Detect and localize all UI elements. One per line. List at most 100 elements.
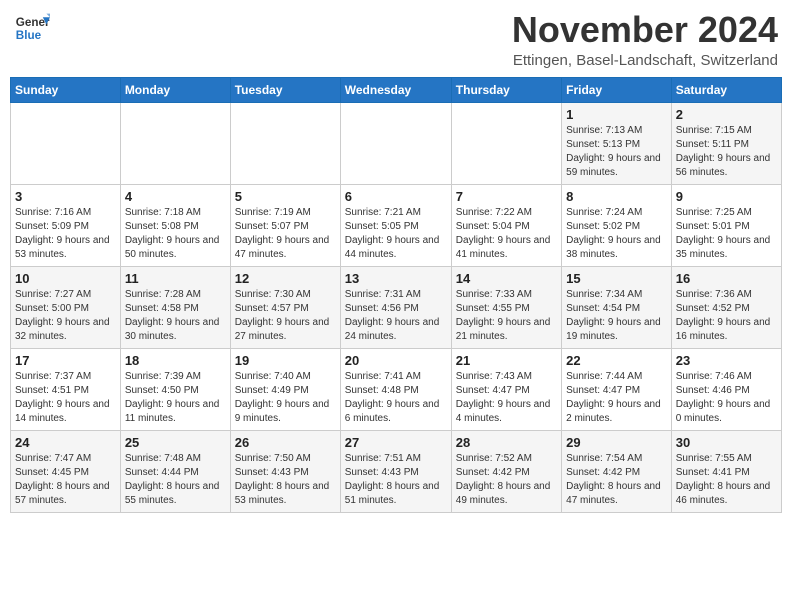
day-info: Sunrise: 7:13 AM Sunset: 5:13 PM Dayligh… <box>566 124 667 180</box>
day-number: 24 <box>15 435 116 450</box>
weekday-header-thursday: Thursday <box>451 77 561 102</box>
day-info: Sunrise: 7:21 AM Sunset: 5:05 PM Dayligh… <box>345 206 447 262</box>
calendar-cell: 3 Sunrise: 7:16 AM Sunset: 5:09 PM Daylig… <box>11 184 121 266</box>
day-number: 3 <box>15 189 116 204</box>
day-number: 28 <box>456 435 557 450</box>
calendar-cell <box>451 102 561 184</box>
week-row-4: 17 Sunrise: 7:37 AM Sunset: 4:51 PM Dayli… <box>11 348 782 430</box>
calendar-cell: 9 Sunrise: 7:25 AM Sunset: 5:01 PM Daylig… <box>671 184 781 266</box>
calendar-cell: 16Sunrise: 7:36 AM Sunset: 4:52 PM Dayli… <box>671 266 781 348</box>
calendar-cell: 8 Sunrise: 7:24 AM Sunset: 5:02 PM Daylig… <box>562 184 672 266</box>
day-number: 19 <box>235 353 336 368</box>
weekday-header-row: SundayMondayTuesdayWednesdayThursdayFrid… <box>11 77 782 102</box>
day-number: 22 <box>566 353 667 368</box>
day-number: 10 <box>15 271 116 286</box>
calendar-cell: 12Sunrise: 7:30 AM Sunset: 4:57 PM Dayli… <box>230 266 340 348</box>
calendar-cell: 15Sunrise: 7:34 AM Sunset: 4:54 PM Dayli… <box>562 266 672 348</box>
page-header: General Blue November 2024 Ettingen, Bas… <box>10 10 782 69</box>
day-info: Sunrise: 7:55 AM Sunset: 4:41 PM Dayligh… <box>676 452 777 508</box>
day-info: Sunrise: 7:22 AM Sunset: 5:04 PM Dayligh… <box>456 206 557 262</box>
day-info: Sunrise: 7:28 AM Sunset: 4:58 PM Dayligh… <box>125 288 226 344</box>
day-number: 5 <box>235 189 336 204</box>
month-title: November 2024 <box>512 10 778 50</box>
calendar-cell: 13 Sunrise: 7:31 AM Sunset: 4:56 PM Dayli… <box>340 266 451 348</box>
calendar-table: SundayMondayTuesdayWednesdayThursdayFrid… <box>10 77 782 513</box>
day-info: Sunrise: 7:47 AM Sunset: 4:45 PM Dayligh… <box>15 452 116 508</box>
day-info: Sunrise: 7:27 AM Sunset: 5:00 PM Dayligh… <box>15 288 116 344</box>
day-info: Sunrise: 7:52 AM Sunset: 4:42 PM Dayligh… <box>456 452 557 508</box>
day-number: 14 <box>456 271 557 286</box>
weekday-header-wednesday: Wednesday <box>340 77 451 102</box>
calendar-cell <box>230 102 340 184</box>
week-row-3: 10 Sunrise: 7:27 AM Sunset: 5:00 PM Dayli… <box>11 266 782 348</box>
calendar-cell: 11 Sunrise: 7:28 AM Sunset: 4:58 PM Dayli… <box>120 266 230 348</box>
day-info: Sunrise: 7:34 AM Sunset: 4:54 PM Dayligh… <box>566 288 667 344</box>
day-number: 6 <box>345 189 447 204</box>
title-area: November 2024 Ettingen, Basel-Landschaft… <box>512 10 778 69</box>
week-row-1: 1 Sunrise: 7:13 AM Sunset: 5:13 PM Daylig… <box>11 102 782 184</box>
calendar-cell: 7 Sunrise: 7:22 AM Sunset: 5:04 PM Daylig… <box>451 184 561 266</box>
day-number: 1 <box>566 107 667 122</box>
day-number: 9 <box>676 189 777 204</box>
day-number: 21 <box>456 353 557 368</box>
day-number: 7 <box>456 189 557 204</box>
day-info: Sunrise: 7:15 AM Sunset: 5:11 PM Dayligh… <box>676 124 777 180</box>
day-info: Sunrise: 7:51 AM Sunset: 4:43 PM Dayligh… <box>345 452 447 508</box>
day-number: 12 <box>235 271 336 286</box>
weekday-header-monday: Monday <box>120 77 230 102</box>
day-info: Sunrise: 7:40 AM Sunset: 4:49 PM Dayligh… <box>235 370 336 426</box>
calendar-cell <box>120 102 230 184</box>
svg-text:Blue: Blue <box>16 29 42 42</box>
calendar-cell: 28 Sunrise: 7:52 AM Sunset: 4:42 PM Dayli… <box>451 430 561 512</box>
calendar-cell: 24 Sunrise: 7:47 AM Sunset: 4:45 PM Dayli… <box>11 430 121 512</box>
day-number: 11 <box>125 271 226 286</box>
calendar-cell: 10 Sunrise: 7:27 AM Sunset: 5:00 PM Dayli… <box>11 266 121 348</box>
day-number: 8 <box>566 189 667 204</box>
day-info: Sunrise: 7:19 AM Sunset: 5:07 PM Dayligh… <box>235 206 336 262</box>
weekday-header-tuesday: Tuesday <box>230 77 340 102</box>
weekday-header-sunday: Sunday <box>11 77 121 102</box>
calendar-cell: 2 Sunrise: 7:15 AM Sunset: 5:11 PM Daylig… <box>671 102 781 184</box>
day-number: 29 <box>566 435 667 450</box>
logo: General Blue <box>14 10 50 46</box>
day-number: 20 <box>345 353 447 368</box>
day-number: 13 <box>345 271 447 286</box>
calendar-cell <box>340 102 451 184</box>
location-subtitle: Ettingen, Basel-Landschaft, Switzerland <box>512 52 778 69</box>
day-info: Sunrise: 7:24 AM Sunset: 5:02 PM Dayligh… <box>566 206 667 262</box>
week-row-2: 3 Sunrise: 7:16 AM Sunset: 5:09 PM Daylig… <box>11 184 782 266</box>
day-number: 18 <box>125 353 226 368</box>
day-number: 23 <box>676 353 777 368</box>
calendar-cell: 22 Sunrise: 7:44 AM Sunset: 4:47 PM Dayli… <box>562 348 672 430</box>
day-number: 27 <box>345 435 447 450</box>
day-number: 25 <box>125 435 226 450</box>
calendar-cell: 20 Sunrise: 7:41 AM Sunset: 4:48 PM Dayli… <box>340 348 451 430</box>
day-info: Sunrise: 7:16 AM Sunset: 5:09 PM Dayligh… <box>15 206 116 262</box>
day-info: Sunrise: 7:31 AM Sunset: 4:56 PM Dayligh… <box>345 288 447 344</box>
calendar-cell: 23Sunrise: 7:46 AM Sunset: 4:46 PM Dayli… <box>671 348 781 430</box>
day-info: Sunrise: 7:37 AM Sunset: 4:51 PM Dayligh… <box>15 370 116 426</box>
calendar-cell <box>11 102 121 184</box>
day-number: 2 <box>676 107 777 122</box>
calendar-cell: 6 Sunrise: 7:21 AM Sunset: 5:05 PM Daylig… <box>340 184 451 266</box>
calendar-cell: 5 Sunrise: 7:19 AM Sunset: 5:07 PM Daylig… <box>230 184 340 266</box>
calendar-cell: 18 Sunrise: 7:39 AM Sunset: 4:50 PM Dayli… <box>120 348 230 430</box>
day-info: Sunrise: 7:25 AM Sunset: 5:01 PM Dayligh… <box>676 206 777 262</box>
calendar-cell: 17 Sunrise: 7:37 AM Sunset: 4:51 PM Dayli… <box>11 348 121 430</box>
day-info: Sunrise: 7:50 AM Sunset: 4:43 PM Dayligh… <box>235 452 336 508</box>
day-info: Sunrise: 7:54 AM Sunset: 4:42 PM Dayligh… <box>566 452 667 508</box>
day-number: 30 <box>676 435 777 450</box>
day-info: Sunrise: 7:48 AM Sunset: 4:44 PM Dayligh… <box>125 452 226 508</box>
day-info: Sunrise: 7:18 AM Sunset: 5:08 PM Dayligh… <box>125 206 226 262</box>
calendar-cell: 29 Sunrise: 7:54 AM Sunset: 4:42 PM Dayli… <box>562 430 672 512</box>
day-info: Sunrise: 7:33 AM Sunset: 4:55 PM Dayligh… <box>456 288 557 344</box>
weekday-header-saturday: Saturday <box>671 77 781 102</box>
day-info: Sunrise: 7:44 AM Sunset: 4:47 PM Dayligh… <box>566 370 667 426</box>
day-number: 17 <box>15 353 116 368</box>
calendar-cell: 26Sunrise: 7:50 AM Sunset: 4:43 PM Dayli… <box>230 430 340 512</box>
day-info: Sunrise: 7:39 AM Sunset: 4:50 PM Dayligh… <box>125 370 226 426</box>
calendar-cell: 27 Sunrise: 7:51 AM Sunset: 4:43 PM Dayli… <box>340 430 451 512</box>
week-row-5: 24 Sunrise: 7:47 AM Sunset: 4:45 PM Dayli… <box>11 430 782 512</box>
day-info: Sunrise: 7:41 AM Sunset: 4:48 PM Dayligh… <box>345 370 447 426</box>
day-number: 16 <box>676 271 777 286</box>
